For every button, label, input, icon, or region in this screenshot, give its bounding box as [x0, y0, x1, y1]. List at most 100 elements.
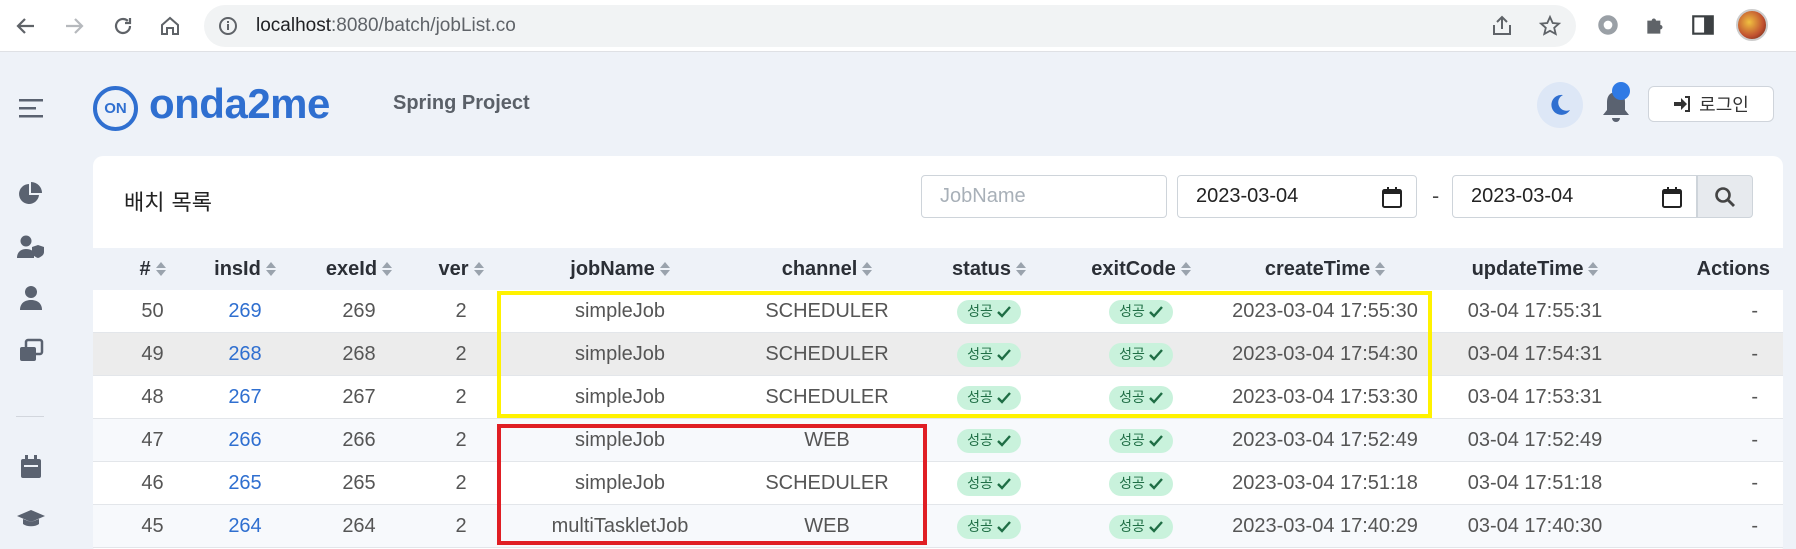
column-header-jobname[interactable]: jobName [540, 248, 700, 290]
column-header-exeid[interactable]: exeId [314, 248, 404, 290]
cell-insid[interactable]: 268 [200, 333, 290, 376]
sort-icon [659, 262, 670, 276]
theme-toggle-button[interactable] [1537, 82, 1583, 128]
badge-label: 성공 [1119, 475, 1145, 492]
back-button[interactable] [10, 10, 42, 42]
moon-icon [1551, 94, 1570, 115]
profile-avatar[interactable] [1736, 9, 1768, 41]
sidebar-item-user[interactable] [16, 283, 46, 313]
sidebar-item-education[interactable] [16, 504, 46, 534]
sidebar-divider [16, 416, 44, 417]
check-icon [1149, 520, 1163, 533]
sidebar-item-dashboard[interactable] [16, 178, 46, 208]
forward-button[interactable] [58, 10, 90, 42]
cell-createtime: 2023-03-04 17:53:30 [1232, 386, 1418, 408]
cell-insid[interactable]: 267 [200, 376, 290, 419]
cell-channel: WEB [804, 515, 850, 537]
cell-createtime: 2023-03-04 17:51:18 [1232, 472, 1418, 494]
info-icon[interactable] [218, 16, 238, 36]
calendar-picker-icon[interactable] [1382, 186, 1402, 208]
card-title: 배치 목록 [124, 191, 212, 216]
sidebar-item-calendar[interactable] [16, 452, 46, 482]
cell-ver: 2 [455, 386, 467, 408]
cell-channel: SCHEDULER [765, 472, 889, 494]
check-icon [997, 391, 1011, 404]
sort-icon [1375, 262, 1386, 276]
sort-icon [155, 262, 166, 276]
hamburger-menu-button[interactable] [16, 93, 46, 123]
project-name: Spring Project [393, 92, 530, 114]
cell-channel: WEB [804, 429, 850, 451]
login-button[interactable]: 로그인 [1648, 86, 1774, 122]
address-bar[interactable]: localhost:8080/batch/jobList.co [204, 5, 1576, 47]
share-icon[interactable] [1490, 14, 1514, 38]
cell-insid[interactable]: 264 [200, 505, 290, 548]
sort-icon [265, 262, 276, 276]
exit-code-badge: 성공 [1109, 342, 1173, 367]
cell-no: 50 [141, 300, 164, 322]
settings-gear-icon[interactable] [1595, 12, 1621, 38]
notification-dot [1612, 82, 1630, 100]
cell-insid[interactable]: 269 [200, 290, 290, 333]
column-header-updatetime[interactable]: updateTime [1440, 248, 1630, 290]
cell-exitcode: 성공 [1066, 462, 1216, 505]
date-to-value: 2023-03-04 [1471, 185, 1574, 207]
job-name-input[interactable]: JobName [921, 175, 1167, 218]
cell-actions: - [1751, 472, 1758, 494]
cell-no: 47 [141, 429, 164, 451]
search-icon [1715, 186, 1735, 207]
status-badge: 성공 [957, 342, 1021, 367]
logo-mark[interactable]: ON [93, 86, 138, 131]
arrow-right-icon [66, 18, 84, 34]
search-button[interactable] [1697, 175, 1753, 218]
cell-insid[interactable]: 266 [200, 419, 290, 462]
badge-label: 성공 [967, 346, 993, 363]
cell-jobname: multiTaskletJob [551, 515, 689, 537]
date-from-input[interactable]: 2023-03-04 [1177, 175, 1417, 218]
date-to-input[interactable]: 2023-03-04 [1452, 175, 1697, 218]
column-header-no[interactable]: # [125, 248, 180, 290]
badge-label: 성공 [1119, 389, 1145, 406]
cell-no: 49 [141, 343, 164, 365]
hamburger-menu-icon [19, 99, 43, 118]
exit-code-badge: 성공 [1109, 428, 1173, 453]
cell-updatetime: 03-04 17:40:30 [1467, 515, 1603, 537]
sidebar-item-windows[interactable] [16, 336, 46, 366]
check-icon [1149, 434, 1163, 447]
badge-label: 성공 [967, 475, 993, 492]
logo-text[interactable]: onda2me [149, 80, 330, 128]
windows-stack-icon [20, 338, 44, 361]
cell-exeid: 265 [342, 472, 376, 494]
sort-icon [1015, 262, 1026, 276]
badge-label: 성공 [967, 389, 993, 406]
column-header-ver[interactable]: ver [426, 248, 496, 290]
check-icon [997, 305, 1011, 318]
check-icon [997, 434, 1011, 447]
column-header-status[interactable]: status [926, 248, 1052, 290]
date-range-separator: - [1432, 184, 1440, 208]
reload-button[interactable] [107, 10, 139, 42]
column-header-channel[interactable]: channel [752, 248, 902, 290]
user-icon [20, 286, 42, 310]
column-header-createtime[interactable]: createTime [1230, 248, 1420, 290]
cell-createtime: 2023-03-04 17:54:30 [1232, 343, 1418, 365]
side-panel-icon[interactable] [1690, 12, 1716, 38]
star-icon[interactable] [1538, 14, 1562, 38]
column-header-insid[interactable]: insId [200, 248, 290, 290]
sidebar-item-user-admin[interactable] [16, 232, 46, 262]
home-icon [161, 16, 179, 35]
sort-icon [1180, 262, 1191, 276]
cell-updatetime: 03-04 17:55:31 [1467, 300, 1603, 322]
puzzle-extension-icon[interactable] [1643, 12, 1669, 38]
calendar-picker-icon[interactable] [1662, 186, 1682, 208]
check-icon [1149, 391, 1163, 404]
column-header-exitcode[interactable]: exitCode [1066, 248, 1216, 290]
cell-actions: - [1751, 386, 1758, 408]
badge-label: 성공 [1119, 346, 1145, 363]
home-button[interactable] [154, 10, 186, 42]
exit-code-badge: 성공 [1109, 385, 1173, 410]
check-icon [997, 520, 1011, 533]
cell-updatetime: 03-04 17:54:31 [1467, 343, 1603, 365]
exit-code-badge: 성공 [1109, 514, 1173, 539]
cell-insid[interactable]: 265 [200, 462, 290, 505]
